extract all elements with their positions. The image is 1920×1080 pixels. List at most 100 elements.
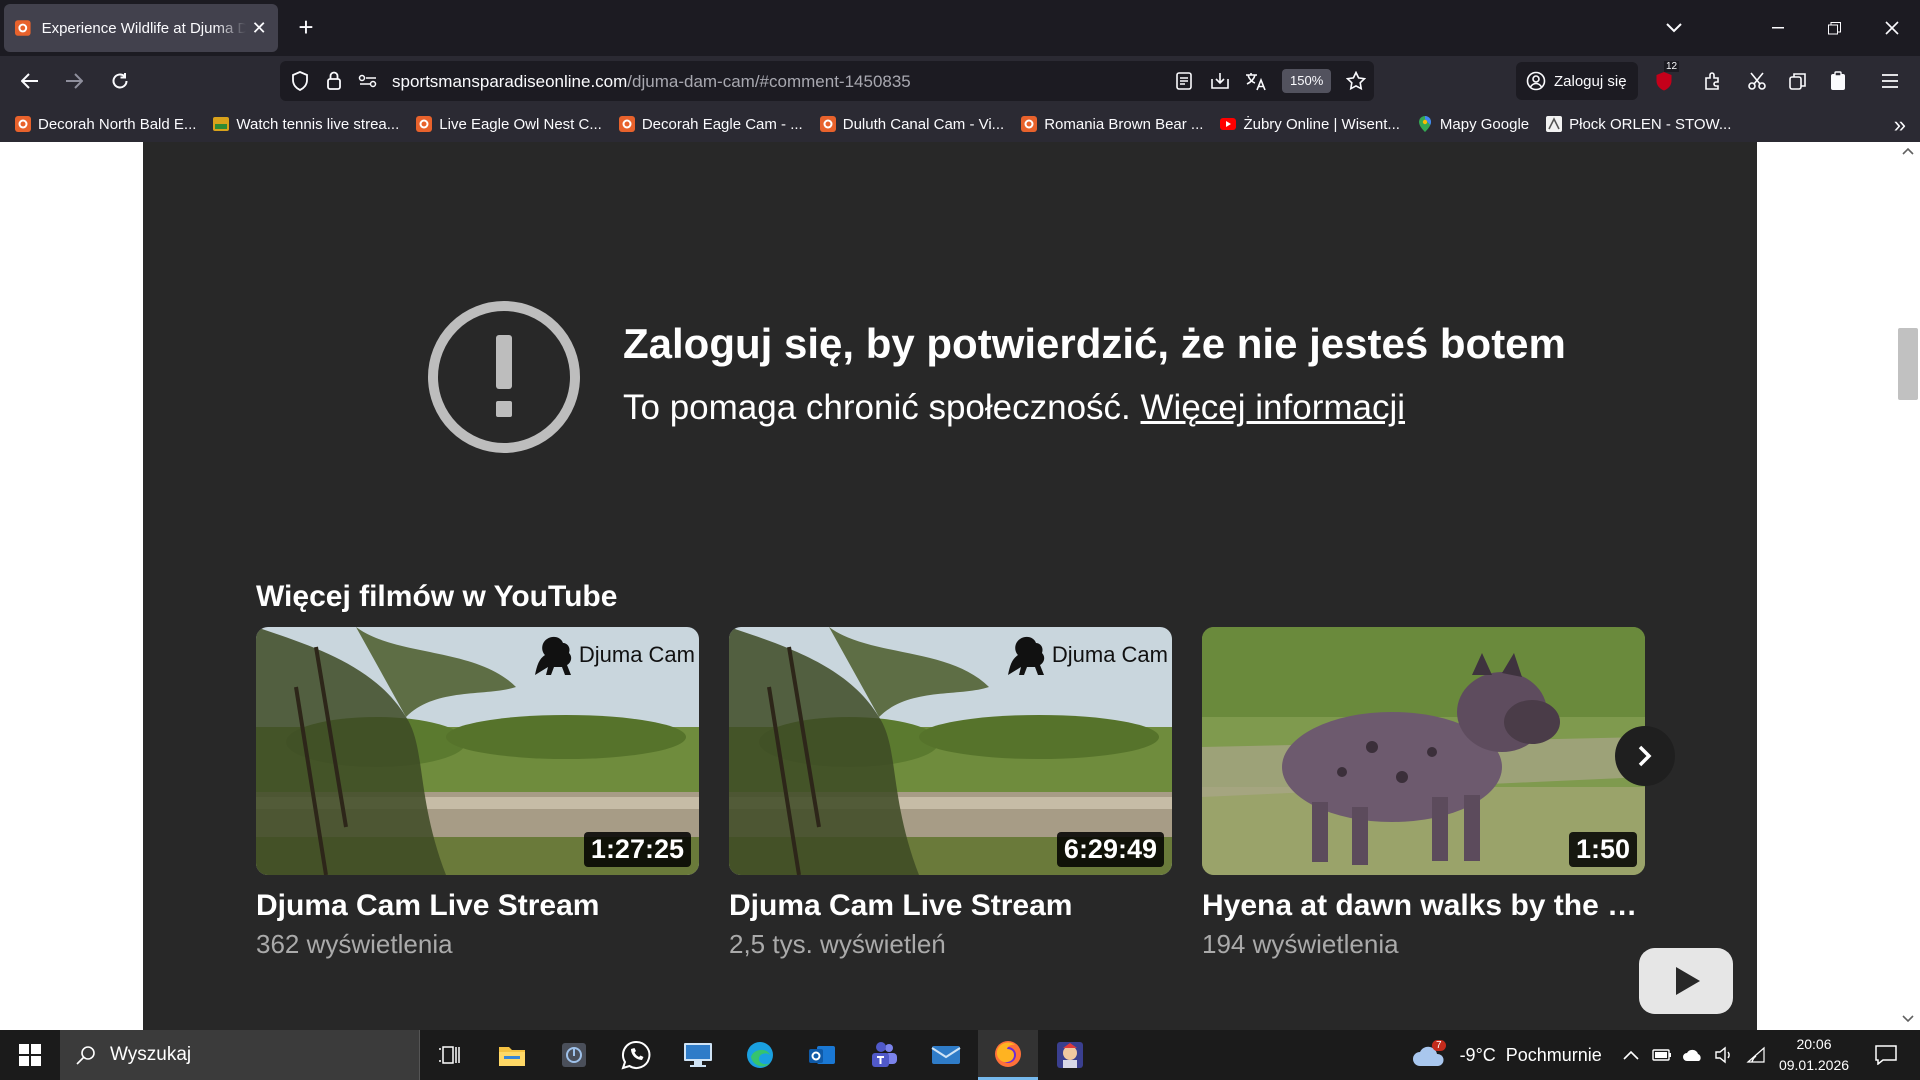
scroll-up-arrow-icon[interactable] bbox=[1896, 144, 1920, 158]
onedrive-cloud-icon[interactable] bbox=[1682, 1048, 1704, 1062]
new-tab-button[interactable]: + bbox=[292, 12, 320, 44]
zoom-level-button[interactable]: 150% bbox=[1282, 69, 1332, 93]
permissions-icon[interactable] bbox=[356, 69, 380, 93]
tennis-favicon bbox=[213, 117, 230, 131]
notifications-button[interactable] bbox=[1856, 1030, 1916, 1080]
search-icon bbox=[76, 1046, 95, 1065]
chevron-down-icon bbox=[1666, 23, 1682, 33]
taskbar-edge[interactable] bbox=[730, 1030, 790, 1080]
tab-groups-button[interactable] bbox=[1784, 67, 1812, 95]
video-card[interactable]: Djuma Cam 6:29:49 Djuma Cam Live Stream … bbox=[729, 627, 1172, 960]
video-card[interactable]: Djuma Cam 1:27:25 Djuma Cam Live Stream … bbox=[256, 627, 699, 960]
close-window-button[interactable] bbox=[1872, 12, 1912, 44]
channel-watermark: Djuma Cam bbox=[1000, 631, 1168, 679]
copy-windows-icon bbox=[1789, 73, 1806, 90]
bookmark-item[interactable]: Romania Brown Bear ... bbox=[1020, 115, 1203, 133]
carousel-next-button[interactable] bbox=[1615, 726, 1675, 786]
volume-icon[interactable] bbox=[1714, 1046, 1734, 1064]
tab-close-icon[interactable]: ✕ bbox=[250, 18, 268, 39]
close-icon bbox=[1885, 21, 1899, 35]
show-hidden-icons-chevron-icon[interactable] bbox=[1622, 1049, 1640, 1061]
lock-icon[interactable] bbox=[322, 69, 346, 93]
browser-tab[interactable]: Experience Wildlife at Djuma Dam Cam ✕ bbox=[4, 4, 278, 52]
monitor-icon bbox=[684, 1043, 712, 1067]
whatsapp-icon bbox=[621, 1040, 651, 1070]
error-subtitle-line: To pomaga chronić społeczność. Więcej in… bbox=[623, 388, 1405, 428]
bookmark-item[interactable]: Decorah Eagle Cam - ... bbox=[618, 115, 803, 133]
taskbar-clock[interactable]: 20:06 09.01.2026 bbox=[1764, 1034, 1864, 1076]
forward-button[interactable] bbox=[58, 65, 90, 97]
restore-button[interactable] bbox=[1814, 12, 1854, 44]
minimize-button[interactable] bbox=[1758, 12, 1798, 44]
taskbar-outlook[interactable] bbox=[792, 1030, 852, 1080]
list-tabs-button[interactable] bbox=[1654, 12, 1694, 44]
taskbar-game-app[interactable] bbox=[1040, 1030, 1100, 1080]
taskbar-firefox[interactable] bbox=[978, 1030, 1038, 1080]
install-app-icon[interactable] bbox=[1208, 69, 1232, 93]
scissors-icon bbox=[1748, 72, 1766, 90]
scroll-down-arrow-icon[interactable] bbox=[1896, 1012, 1920, 1026]
url-text[interactable]: sportsmansparadiseonline.com/djuma-dam-c… bbox=[392, 72, 911, 92]
taskbar-search-box[interactable]: Wyszukaj bbox=[60, 1030, 420, 1080]
video-title[interactable]: Djuma Cam Live Stream bbox=[256, 889, 699, 923]
scrollbar-thumb[interactable] bbox=[1898, 328, 1918, 400]
translate-icon[interactable] bbox=[1244, 69, 1268, 93]
bookmarks-toolbar: Decorah North Bald E... Watch tennis liv… bbox=[0, 106, 1920, 142]
extensions-button[interactable] bbox=[1699, 67, 1727, 95]
video-title[interactable]: Djuma Cam Live Stream bbox=[729, 889, 1172, 923]
bookmark-item[interactable]: Duluth Canal Cam - Vi... bbox=[819, 115, 1004, 133]
bookmark-item[interactable]: Live Eagle Owl Nest C... bbox=[415, 115, 602, 133]
battery-icon[interactable] bbox=[1652, 1048, 1672, 1062]
taskbar-app-window[interactable] bbox=[544, 1030, 604, 1080]
bookmark-star-icon[interactable] bbox=[1344, 69, 1368, 93]
reader-view-icon[interactable] bbox=[1172, 69, 1196, 93]
camera-favicon bbox=[1021, 116, 1038, 132]
clipboard-extension-button[interactable] bbox=[1824, 67, 1852, 95]
camera-favicon bbox=[819, 116, 836, 132]
video-thumbnail[interactable]: Djuma Cam 1:27:25 bbox=[256, 627, 699, 875]
app-menu-button[interactable] bbox=[1876, 67, 1904, 95]
network-wifi-icon[interactable] bbox=[1746, 1046, 1766, 1064]
tracking-protection-shield-icon[interactable] bbox=[288, 69, 312, 93]
account-icon bbox=[1526, 71, 1546, 91]
error-subtitle: To pomaga chronić społeczność. bbox=[623, 388, 1131, 427]
task-view-button[interactable] bbox=[420, 1030, 480, 1080]
taskbar-mail[interactable] bbox=[916, 1030, 976, 1080]
youtube-embed-player[interactable]: Zaloguj się, by potwierdzić, że nie jest… bbox=[143, 142, 1757, 1030]
more-info-link[interactable]: Więcej informacji bbox=[1141, 388, 1406, 427]
bookmark-item[interactable]: Decorah North Bald E... bbox=[14, 115, 196, 133]
address-bar[interactable]: sportsmansparadiseonline.com/djuma-dam-c… bbox=[280, 61, 1374, 101]
bookmark-item[interactable]: Płock ORLEN - STOW... bbox=[1545, 115, 1731, 133]
weather-widget[interactable]: 7 -9°C Pochmurnie bbox=[1412, 1030, 1602, 1080]
forward-arrow-icon bbox=[66, 73, 83, 89]
back-button[interactable] bbox=[14, 65, 46, 97]
bookmark-item[interactable]: Żubry Online | Wisent... bbox=[1219, 115, 1400, 133]
clock-time: 20:06 bbox=[1796, 1036, 1832, 1052]
app-window-icon bbox=[562, 1043, 586, 1067]
taskbar-teams[interactable] bbox=[854, 1030, 914, 1080]
taskbar-whatsapp[interactable] bbox=[606, 1030, 666, 1080]
screenshot-button[interactable] bbox=[1743, 67, 1771, 95]
clock-date: 09.01.2026 bbox=[1778, 1057, 1850, 1073]
taskbar-remote-desktop[interactable] bbox=[668, 1030, 728, 1080]
exclamation-circle-icon bbox=[428, 301, 580, 453]
video-duration: 1:27:25 bbox=[583, 832, 691, 867]
youtube-logo-icon[interactable] bbox=[1639, 948, 1733, 1014]
restore-icon bbox=[1827, 21, 1841, 34]
video-title[interactable]: Hyena at dawn walks by the Dj... bbox=[1202, 889, 1645, 923]
reload-button[interactable] bbox=[104, 65, 136, 97]
video-thumbnail[interactable]: Djuma Cam 6:29:49 bbox=[729, 627, 1172, 875]
taskbar-file-explorer[interactable] bbox=[482, 1030, 542, 1080]
bookmark-item[interactable]: Mapy Google bbox=[1416, 115, 1529, 133]
more-bookmarks-chevron-icon[interactable]: » bbox=[1894, 112, 1906, 138]
video-card[interactable]: 1:50 Hyena at dawn walks by the Dj... 19… bbox=[1202, 627, 1645, 960]
bookmark-label: Live Eagle Owl Nest C... bbox=[439, 115, 602, 133]
account-signin-button[interactable]: Zaloguj się bbox=[1516, 62, 1638, 100]
ublock-extension-button[interactable]: 12 bbox=[1650, 61, 1680, 95]
start-button[interactable] bbox=[0, 1030, 60, 1080]
bookmark-item[interactable]: Watch tennis live strea... bbox=[212, 115, 399, 133]
mail-icon bbox=[931, 1046, 961, 1064]
signin-label: Zaloguj się bbox=[1554, 72, 1627, 90]
video-thumbnail[interactable]: 1:50 bbox=[1202, 627, 1645, 875]
page-scrollbar[interactable] bbox=[1896, 142, 1920, 1030]
